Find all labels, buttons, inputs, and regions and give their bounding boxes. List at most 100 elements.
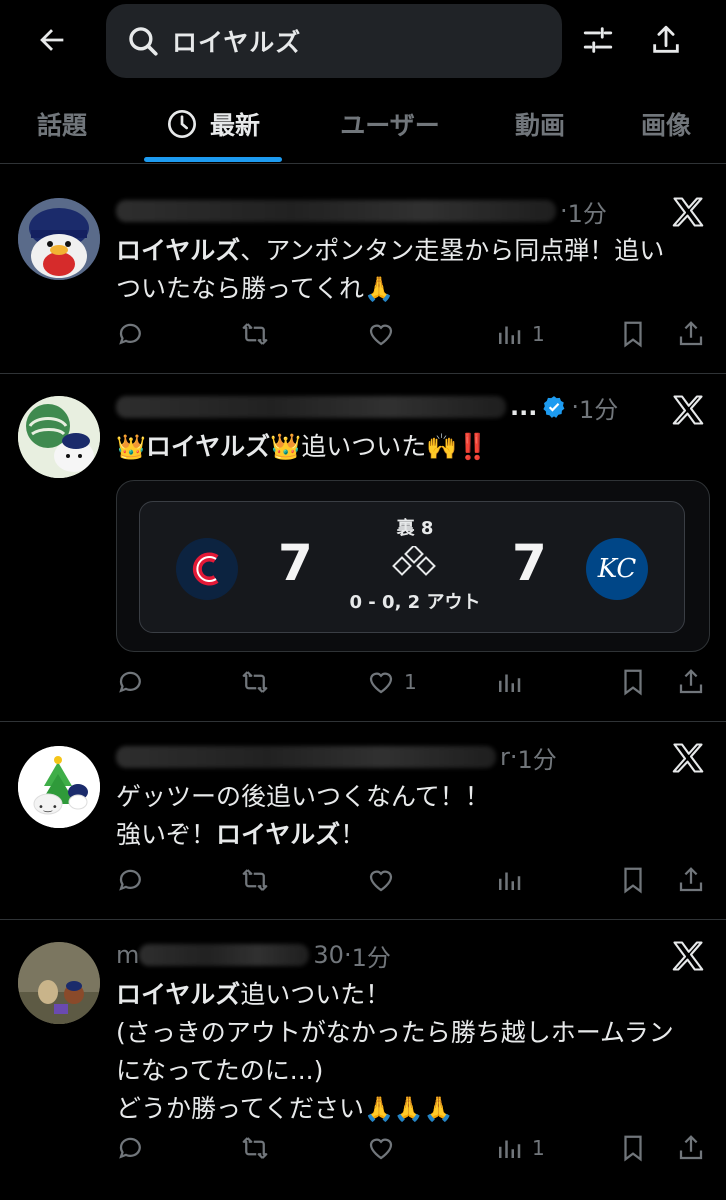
post-body: ロイヤルズ追いついた！ (さっきのアウトがなかったら勝ち越しホームラン になって… bbox=[116, 980, 674, 1123]
like-button[interactable] bbox=[366, 1128, 396, 1168]
views-button[interactable]: 1 bbox=[494, 1128, 545, 1168]
home-score: 7 bbox=[512, 534, 547, 592]
avatar[interactable] bbox=[18, 396, 100, 478]
tab-latest[interactable]: 最新 bbox=[140, 86, 286, 162]
repost-button[interactable] bbox=[240, 662, 270, 702]
view-count: 1 bbox=[532, 1136, 545, 1160]
repost-icon bbox=[242, 323, 268, 345]
avatar[interactable]: •‿• bbox=[18, 746, 100, 828]
away-score: 7 bbox=[278, 534, 313, 592]
bookmark-button[interactable] bbox=[618, 662, 648, 702]
share-button[interactable] bbox=[646, 20, 686, 60]
photo-avatar bbox=[18, 942, 100, 1024]
view-count: 1 bbox=[532, 322, 545, 346]
bookmark-icon bbox=[624, 321, 642, 348]
views-button[interactable]: 1 bbox=[494, 314, 545, 354]
like-button[interactable]: 1 bbox=[366, 662, 417, 702]
repost-button[interactable] bbox=[240, 314, 270, 354]
bookmark-icon bbox=[624, 1135, 642, 1162]
post-header: ... · 1分 bbox=[116, 390, 618, 424]
filter-button[interactable] bbox=[578, 20, 618, 60]
svg-text:•‿•: •‿• bbox=[38, 802, 58, 813]
reply-button[interactable] bbox=[116, 860, 146, 900]
share-post-button[interactable] bbox=[676, 860, 706, 900]
upload-icon bbox=[653, 25, 679, 53]
game-score-card[interactable]: 7 裏 8 0 - 0, 2 アウト 7 KC bbox=[116, 480, 710, 652]
analytics-icon bbox=[499, 1140, 521, 1158]
reply-button[interactable] bbox=[116, 314, 146, 354]
x-logo-icon[interactable] bbox=[670, 194, 706, 230]
tab-latest-label: 最新 bbox=[209, 111, 260, 140]
bookmark-button[interactable] bbox=[618, 860, 648, 900]
ball-strike-out-count: 0 - 0, 2 アウト bbox=[349, 592, 481, 613]
author-name-blurred[interactable] bbox=[116, 200, 556, 222]
author-name-blurred[interactable] bbox=[116, 746, 496, 768]
tab-images[interactable]: 画像 bbox=[616, 86, 716, 162]
sliders-icon bbox=[583, 27, 613, 53]
heart-icon bbox=[369, 672, 393, 694]
views-button[interactable] bbox=[494, 860, 524, 900]
search-input[interactable]: ロイヤルズ bbox=[106, 4, 562, 78]
repost-button[interactable] bbox=[240, 1128, 270, 1168]
inning-indicator: 裏 8 bbox=[396, 518, 434, 539]
post[interactable]: ... · 1分 👑ロイヤルズ👑追いついた🙌‼️ 7 裏 8 0 - 0, 2 ア… bbox=[0, 374, 726, 722]
post-header: · 1分 bbox=[116, 194, 607, 228]
share-post-button[interactable] bbox=[676, 662, 706, 702]
x-logo-icon[interactable] bbox=[670, 740, 706, 776]
heart-icon bbox=[369, 1138, 393, 1160]
search-icon bbox=[129, 27, 158, 56]
swallow-mascot-avatar bbox=[18, 198, 100, 280]
tab-people[interactable]: ユーザー bbox=[320, 86, 460, 162]
avatar[interactable] bbox=[18, 198, 100, 280]
illustration-avatar: •‿• bbox=[18, 746, 100, 828]
post[interactable]: •‿• r · 1分 ゲッツーの後追いつくなんて！！ 強いぞ！ロイヤルズ！ bbox=[0, 722, 726, 920]
illustration-avatar bbox=[18, 396, 100, 478]
x-logo-icon[interactable] bbox=[670, 392, 706, 428]
bookmark-icon bbox=[624, 669, 642, 696]
post-body: 👑ロイヤルズ👑追いついた🙌‼️ bbox=[116, 432, 489, 461]
post-actions: 1 bbox=[116, 314, 716, 354]
tab-top[interactable]: 話題 bbox=[0, 86, 124, 162]
bookmark-icon bbox=[624, 867, 642, 894]
share-icon bbox=[679, 669, 703, 694]
analytics-icon bbox=[499, 872, 521, 890]
post[interactable]: m 30 · 1分 ロイヤルズ追いついた！ (さっきのアウトがなかったら勝ち越しホー… bbox=[0, 920, 726, 1200]
reply-icon bbox=[119, 869, 141, 891]
author-name-blurred[interactable] bbox=[139, 944, 310, 966]
share-post-button[interactable] bbox=[676, 1128, 706, 1168]
post-time: 1分 bbox=[517, 745, 557, 774]
reply-icon bbox=[119, 1137, 141, 1159]
analytics-icon bbox=[499, 326, 521, 344]
reply-icon bbox=[119, 671, 141, 693]
active-tab-indicator bbox=[144, 157, 282, 162]
bases-diamond-icon bbox=[392, 546, 436, 576]
repost-icon bbox=[242, 869, 268, 891]
repost-icon bbox=[242, 1137, 268, 1159]
reply-button[interactable] bbox=[116, 662, 146, 702]
repost-button[interactable] bbox=[240, 860, 270, 900]
search-tabs: 話題 最新 ユーザー 動画 画像 bbox=[0, 86, 726, 164]
like-button[interactable] bbox=[366, 314, 396, 354]
x-logo-icon[interactable] bbox=[670, 938, 706, 974]
post-time: 1分 bbox=[567, 199, 607, 228]
share-post-button[interactable] bbox=[676, 314, 706, 354]
tab-videos[interactable]: 動画 bbox=[490, 86, 590, 162]
clock-icon bbox=[167, 110, 196, 138]
post-actions: 1 bbox=[116, 662, 716, 702]
post[interactable]: · 1分 ロイヤルズ、アンポンタン走塁から同点弾！追い ついたなら勝ってくれ🙏 1 bbox=[0, 176, 726, 374]
back-button[interactable] bbox=[30, 20, 74, 60]
like-count: 1 bbox=[404, 670, 417, 694]
search-query: ロイヤルズ bbox=[172, 28, 302, 57]
like-button[interactable] bbox=[366, 860, 396, 900]
bookmark-button[interactable] bbox=[618, 314, 648, 354]
avatar[interactable] bbox=[18, 942, 100, 1024]
reply-button[interactable] bbox=[116, 1128, 146, 1168]
post-actions: 1 bbox=[116, 1128, 716, 1168]
bookmark-button[interactable] bbox=[618, 1128, 648, 1168]
arrow-left-icon bbox=[40, 29, 64, 51]
heart-icon bbox=[369, 870, 393, 892]
share-icon bbox=[679, 1135, 703, 1160]
views-button[interactable] bbox=[494, 662, 524, 702]
author-name-blurred[interactable] bbox=[116, 396, 506, 418]
post-actions bbox=[116, 860, 716, 900]
